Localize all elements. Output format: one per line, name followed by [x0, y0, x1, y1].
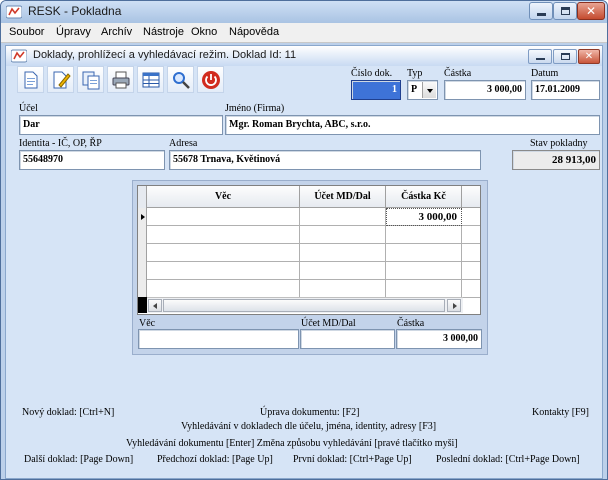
detail-castka-label: Částka: [397, 318, 425, 329]
document-window: Doklady, prohlížecí a vyhledávací režim.…: [5, 45, 603, 479]
items-grid: Věc Účet MD/Dal Částka Kč 3 000,00: [137, 185, 481, 315]
hint-edit: Úprava dokumentu: [F2]: [260, 407, 360, 418]
name-label: Jméno (Firma): [225, 103, 285, 114]
type-select-value: P: [411, 84, 418, 95]
new-doc-icon: [24, 71, 38, 89]
menu-upravy[interactable]: Úpravy: [56, 26, 91, 38]
copy-doc-icon: [82, 71, 100, 90]
grid-header: Věc Účet MD/Dal Částka Kč: [138, 186, 480, 208]
edit-doc-icon: [53, 71, 71, 89]
date-label: Datum: [531, 68, 559, 79]
doc-num-label: Číslo dok.: [351, 68, 393, 79]
amount-field[interactable]: 3 000,00: [444, 80, 526, 100]
date-field[interactable]: 17.01.2009: [531, 80, 600, 100]
type-label: Typ: [407, 68, 423, 79]
name-field[interactable]: Mgr. Roman Brychta, ABC, s.r.o.: [225, 115, 600, 135]
hint-search-docs: Vyhledávání v dokladech dle účelu, jména…: [181, 421, 437, 432]
edit-doc-button[interactable]: [47, 66, 74, 93]
maximize-icon: [561, 53, 570, 60]
grid-corner: [138, 297, 147, 313]
print-icon: [112, 71, 130, 89]
table-row[interactable]: [138, 244, 480, 262]
identity-label: Identita - IČ, OP, ŘP: [19, 138, 102, 149]
col-castka[interactable]: Částka Kč: [386, 186, 462, 208]
menu-napoveda[interactable]: Nápověda: [229, 26, 279, 38]
document-title-bar: Doklady, prohlížecí a vyhledávací režim.…: [6, 46, 602, 66]
hint-contacts: Kontakty [F9]: [532, 407, 589, 418]
table-icon: [142, 72, 160, 88]
print-button[interactable]: [107, 66, 134, 93]
amount-label: Částka: [444, 68, 472, 79]
new-doc-button[interactable]: [17, 66, 44, 93]
document-close-button[interactable]: ✕: [578, 49, 600, 64]
hint-search-enter: Vyhledávání dokumentu [Enter] Změna způs…: [126, 438, 458, 449]
balance-label: Stav pokladny: [530, 138, 588, 149]
scroll-right-icon[interactable]: [447, 299, 461, 312]
hint-new: Nový doklad: [Ctrl+N]: [22, 407, 115, 418]
hint-first: První doklad: [Ctrl+Page Up]: [293, 454, 412, 465]
document-maximize-button[interactable]: [553, 49, 577, 64]
hint-prev: Předchozí doklad: [Page Up]: [157, 454, 273, 465]
app-logo-icon: [6, 5, 22, 19]
copy-doc-button[interactable]: [77, 66, 104, 93]
doc-num-field[interactable]: 1: [351, 80, 401, 100]
close-button[interactable]: ✕: [577, 2, 605, 20]
scroll-thumb[interactable]: [163, 299, 445, 312]
minimize-icon: [537, 13, 546, 16]
menu-okno[interactable]: Okno: [191, 26, 217, 38]
detail-castka-field[interactable]: 3 000,00: [396, 329, 482, 349]
power-icon: [202, 71, 220, 89]
app-window: RESK - Pokladna ✕ Soubor Úpravy Archív N…: [0, 0, 608, 480]
table-row[interactable]: [138, 280, 480, 298]
col-vec[interactable]: Věc: [147, 186, 300, 208]
maximize-icon: [561, 7, 570, 15]
type-select[interactable]: P: [407, 80, 438, 100]
table-row[interactable]: [138, 262, 480, 280]
table-row[interactable]: [138, 226, 480, 244]
menu-archiv[interactable]: Archív: [101, 26, 132, 38]
close-icon: ✕: [585, 4, 597, 18]
power-button[interactable]: [197, 66, 224, 93]
grid-horizontal-scrollbar[interactable]: [147, 297, 463, 313]
maximize-button[interactable]: [553, 2, 577, 20]
col-ucet[interactable]: Účet MD/Dal: [300, 186, 386, 208]
search-button[interactable]: [167, 66, 194, 93]
document-minimize-button[interactable]: [528, 49, 552, 64]
balance-field: 28 913,00: [512, 150, 600, 170]
table-row[interactable]: 3 000,00: [138, 208, 480, 226]
purpose-field[interactable]: Dar: [19, 115, 223, 135]
minimize-icon: [536, 58, 545, 60]
purpose-label: Účel: [19, 103, 38, 114]
menu-soubor[interactable]: Soubor: [9, 26, 44, 38]
document-logo-icon: [11, 49, 27, 63]
close-icon: ✕: [584, 51, 594, 62]
menu-bar: Soubor Úpravy Archív Nástroje Okno Nápov…: [1, 23, 607, 43]
detail-vec-field[interactable]: [138, 329, 299, 349]
row-indicator-icon: [138, 208, 147, 226]
scroll-left-icon[interactable]: [148, 299, 162, 312]
address-label: Adresa: [169, 138, 198, 149]
detail-ucet-field[interactable]: [300, 329, 395, 349]
menu-nastroje[interactable]: Nástroje: [143, 26, 184, 38]
hint-last: Poslední doklad: [Ctrl+Page Down]: [436, 454, 580, 465]
identity-field[interactable]: 55648970: [19, 150, 165, 170]
address-field[interactable]: 55678 Trnava, Květinová: [169, 150, 481, 170]
minimize-button[interactable]: [529, 2, 553, 20]
search-icon: [173, 72, 190, 89]
app-title: RESK - Pokladna: [28, 4, 122, 18]
hint-next: Další doklad: [Page Down]: [24, 454, 134, 465]
detail-ucet-label: Účet MD/Dal: [301, 318, 356, 329]
title-bar: RESK - Pokladna ✕: [1, 1, 607, 23]
active-cell[interactable]: 3 000,00: [386, 208, 462, 226]
chevron-down-icon[interactable]: [422, 82, 436, 98]
document-title: Doklady, prohlížecí a vyhledávací režim.…: [33, 49, 297, 61]
table-view-button[interactable]: [137, 66, 164, 93]
detail-vec-label: Věc: [139, 318, 156, 329]
